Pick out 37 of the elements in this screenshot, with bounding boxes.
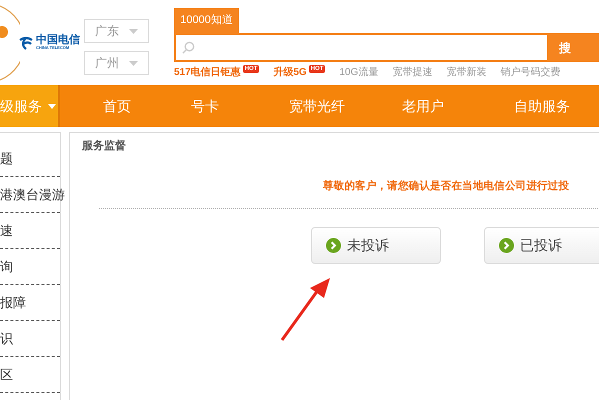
nav-item[interactable]: 自助服务 [514,96,570,116]
chevron-right-icon [326,238,341,254]
logo-name: 中国电信 [36,35,80,46]
sidebar-item[interactable]: 港澳台漫游 [0,184,65,204]
hot-link[interactable]: 宽带新装 [446,65,486,80]
search-tab[interactable]: 10000知道 [174,8,239,33]
complaint-button[interactable]: 已投诉 [484,227,599,264]
notice-text: 尊敬的客户，请您确认是否在当地电信公司进行过投 [323,178,570,194]
chevron-right-icon [499,238,514,254]
nav-item[interactable]: 老用户 [402,96,444,116]
dropdown-caret-icon [48,104,56,108]
sidebar-item[interactable]: 区 [0,364,13,384]
hot-link[interactable]: 10G流量 [339,65,378,80]
annotation-arrow-drawing [280,278,332,342]
hot-link[interactable]: 517电信日钜惠 [174,65,241,80]
hot-link[interactable]: 升级5G [273,65,307,80]
search-field[interactable] [174,33,549,62]
nav-item[interactable]: 首页 [103,96,131,116]
nav-item[interactable]: 号卡 [191,96,219,116]
telecom-logo-icon [18,36,34,50]
sidebar-item[interactable]: 报障 [0,292,26,312]
nav-item[interactable]: 宽带光纤 [289,96,345,116]
sidebar-item[interactable]: 询 [0,256,13,276]
sidebar-item[interactable]: 题 [0,148,13,168]
region-select[interactable]: 广东 [84,19,149,43]
hot-link[interactable]: 宽带提速 [392,65,432,80]
panel-title: 服务监督 [82,138,127,154]
hot-link[interactable]: 销户号码交费 [500,65,560,80]
region-select[interactable]: 广州 [84,51,149,75]
dropdown-caret-icon [129,60,138,66]
complaint-button[interactable]: 未投诉 [311,227,441,264]
dropdown-caret-icon [129,28,138,34]
sidebar-item[interactable]: 识 [0,328,13,348]
search-icon [182,41,195,54]
sidebar-item[interactable]: 速 [0,220,13,240]
services-menu[interactable]: 级服务 [0,85,60,127]
search-button[interactable]: 搜 [549,33,599,62]
